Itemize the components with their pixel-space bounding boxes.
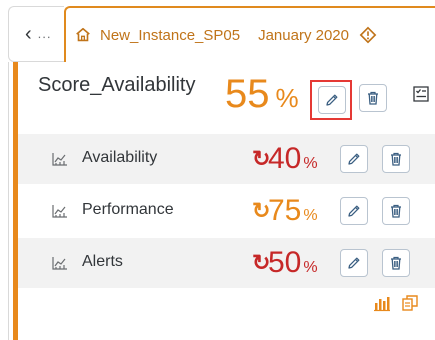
copy-icon[interactable] <box>401 294 419 312</box>
metric-label: Availability <box>82 149 158 166</box>
pencil-icon <box>348 257 360 269</box>
metric-chart-icon <box>52 205 67 218</box>
breadcrumb-bar: ‹ ∙∙∙ New_Instance_SP05 January 2020 <box>8 6 435 62</box>
app-root: ‹ ∙∙∙ New_Instance_SP05 January 2020 Sco… <box>0 0 435 340</box>
delete-button[interactable] <box>382 249 410 277</box>
more-icon[interactable]: ∙∙∙ <box>38 29 52 44</box>
score-card: Score_Availability 55% Availability ↻ 40… <box>13 62 435 340</box>
metric-value: 40% <box>268 142 318 181</box>
tab-title: New_Instance_SP05 <box>100 26 241 44</box>
metric-number: 40 <box>268 142 302 175</box>
trash-icon <box>391 256 401 270</box>
metric-unit: % <box>303 207 318 224</box>
tab-instance[interactable]: New_Instance_SP05 January 2020 <box>64 6 435 62</box>
delete-button[interactable] <box>382 145 410 173</box>
tab-period: January 2020 <box>258 26 349 44</box>
metric-number: 50 <box>268 246 302 279</box>
pencil-icon <box>348 153 360 165</box>
bar-chart-icon[interactable] <box>373 294 391 312</box>
edit-button[interactable] <box>340 249 368 277</box>
pencil-icon <box>326 94 338 106</box>
metric-value: 75% <box>268 194 318 233</box>
chevron-left-icon[interactable]: ‹ <box>25 24 32 44</box>
trash-icon <box>391 152 401 166</box>
metric-unit: % <box>303 259 318 276</box>
metric-chart-icon <box>52 257 67 270</box>
main-score-row: Score_Availability 55% <box>18 62 435 134</box>
checklist-icon[interactable] <box>411 84 431 104</box>
metric-label: Alerts <box>82 253 123 270</box>
delete-button[interactable] <box>382 197 410 225</box>
card-footer-actions <box>373 294 419 312</box>
trash-icon <box>368 91 378 105</box>
edit-button[interactable] <box>340 197 368 225</box>
main-score-value: 55% <box>225 72 299 120</box>
trash-icon <box>391 204 401 218</box>
metric-value: 50% <box>268 246 318 285</box>
metric-label: Performance <box>82 201 174 218</box>
main-edit-button[interactable] <box>318 86 346 114</box>
main-delete-button[interactable] <box>359 84 387 112</box>
main-score-unit: % <box>275 83 299 113</box>
warning-icon <box>359 26 377 44</box>
edit-button[interactable] <box>340 145 368 173</box>
metric-row-performance: Performance ↻ 75% <box>18 186 435 236</box>
main-score-number: 55 <box>225 72 270 116</box>
home-icon <box>76 27 90 42</box>
metric-unit: % <box>303 155 318 172</box>
metric-chart-icon <box>52 153 67 166</box>
metric-row-availability: Availability ↻ 40% <box>18 134 435 184</box>
main-score-title: Score_Availability <box>38 74 196 96</box>
back-button[interactable]: ‹ ∙∙∙ <box>8 6 64 62</box>
metric-row-alerts: Alerts ↻ 50% <box>18 238 435 288</box>
metric-number: 75 <box>268 194 302 227</box>
pencil-icon <box>348 205 360 217</box>
